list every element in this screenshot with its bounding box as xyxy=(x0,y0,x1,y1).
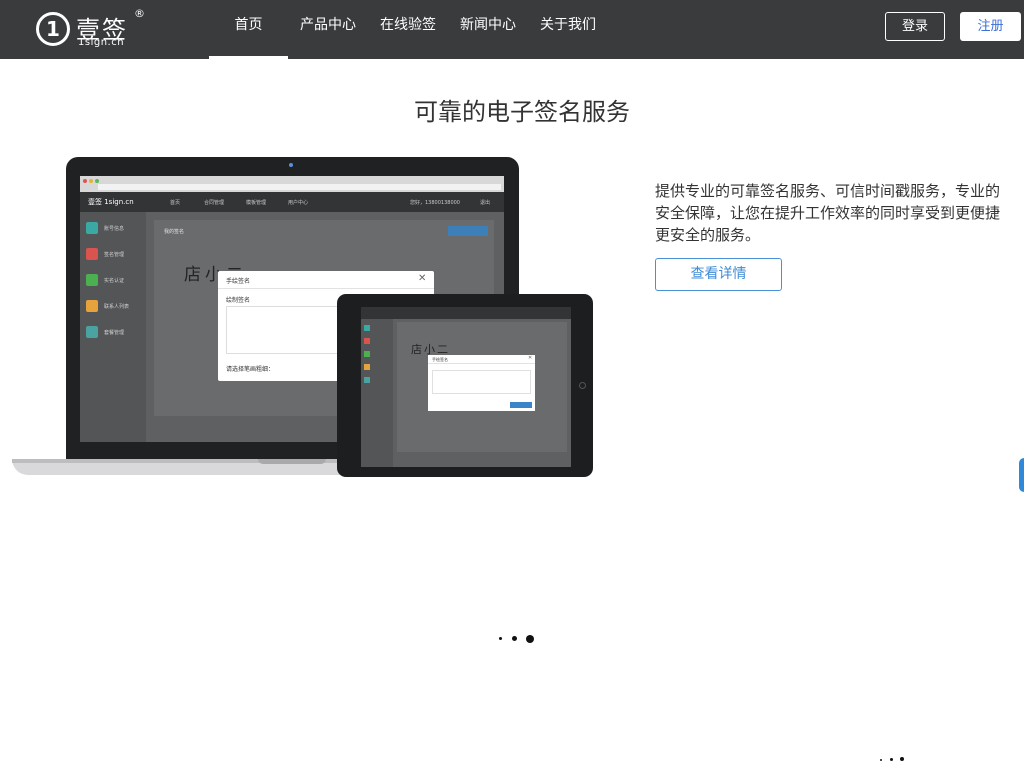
app-logo: 壹签 1sign.cn xyxy=(88,198,134,206)
pen-small-dot-icon xyxy=(499,637,502,640)
app-page-title: 我的签名 xyxy=(164,229,185,235)
tablet-dialog-divider xyxy=(428,363,535,364)
tablet-hand-sign-dialog: 手绘签名 ✕ xyxy=(428,355,904,761)
sidebar-item: 签名管理 xyxy=(86,248,146,264)
close-dot-icon xyxy=(83,179,87,183)
package-icon xyxy=(86,326,98,338)
sidebar-label: 联系人列表 xyxy=(104,304,130,310)
tablet-app-nav xyxy=(361,307,571,319)
camera-dot xyxy=(289,163,293,167)
tablet-sidebar-item xyxy=(364,338,392,346)
pen-medium-dot-icon xyxy=(512,636,517,641)
app-nav-bar: 壹签 1sign.cn 首页 合同管理 模板管理 用户中心 您好，1380013… xyxy=(80,192,504,212)
draw-label: 绘制签名 xyxy=(226,297,251,304)
nav-products[interactable]: 产品中心 xyxy=(298,0,358,59)
logo-mark: 1 xyxy=(36,12,70,46)
contacts-icon xyxy=(86,300,98,312)
tablet-sidebar-item xyxy=(364,377,392,385)
sidebar-label: 套餐管理 xyxy=(104,330,125,336)
close-icon: ✕ xyxy=(528,355,533,361)
tablet-dialog-confirm xyxy=(510,402,532,408)
app-nav-item: 首页 xyxy=(170,200,181,206)
pen-large-dot-icon xyxy=(526,635,534,643)
app-user-greeting: 您好，13800138000 xyxy=(410,200,460,206)
package-icon xyxy=(364,377,370,383)
nav-home[interactable]: 首页 xyxy=(209,0,288,59)
minimize-dot-icon xyxy=(89,179,93,183)
sidebar-item: 账号信息 xyxy=(86,222,146,238)
register-button[interactable]: 注册 xyxy=(960,12,1021,41)
contacts-icon xyxy=(364,364,370,370)
verify-icon xyxy=(364,351,370,357)
login-button[interactable]: 登录 xyxy=(885,12,945,41)
close-icon: ✕ xyxy=(418,273,427,284)
dialog-title: 手绘签名 xyxy=(226,278,251,285)
registered-mark: ® xyxy=(134,7,145,20)
app-nav-item: 合同管理 xyxy=(204,200,225,206)
laptop-notch xyxy=(258,459,326,464)
app-logout: 退出 xyxy=(480,200,491,206)
hero-title: 可靠的电子签名服务 xyxy=(414,98,630,126)
sidebar-label: 签名管理 xyxy=(104,252,125,258)
tablet-home-button-icon xyxy=(579,382,586,389)
sidebar-label: 实名认证 xyxy=(104,278,125,284)
tablet-sidebar-item xyxy=(364,351,392,359)
nav-online-verify[interactable]: 在线验签 xyxy=(378,0,438,59)
top-navigation-bar: 1 壹签 ® 1sign.cn 首页 产品中心 在线验签 新闻中心 关于我们 登… xyxy=(0,0,1024,59)
sidebar-item: 实名认证 xyxy=(86,274,146,290)
tablet-signature-canvas xyxy=(432,370,531,394)
maximize-dot-icon xyxy=(95,179,99,183)
pen-large-dot-icon xyxy=(900,757,904,761)
app-primary-button xyxy=(448,226,488,236)
signature-icon xyxy=(86,248,98,260)
site-logo[interactable]: 1 壹签 ® 1sign.cn xyxy=(36,7,146,52)
tablet-sidebar xyxy=(361,319,393,467)
nav-about[interactable]: 关于我们 xyxy=(538,0,598,59)
sidebar-label: 账号信息 xyxy=(104,226,125,232)
browser-chrome xyxy=(80,176,504,192)
app-nav-item: 模板管理 xyxy=(246,200,267,206)
app-nav-item: 用户中心 xyxy=(288,200,309,206)
signature-icon xyxy=(364,338,370,344)
account-icon xyxy=(364,325,370,331)
view-details-button[interactable]: 查看详情 xyxy=(655,258,782,291)
nav-news[interactable]: 新闻中心 xyxy=(458,0,518,59)
sidebar-item: 联系人列表 xyxy=(86,300,146,316)
verify-icon xyxy=(86,274,98,286)
pen-width-label: 请选择笔画粗细： xyxy=(226,366,275,373)
hero-description: 提供专业的可靠签名服务、可信时间戳服务，专业的安全保障，让您在提升工作效率的同时… xyxy=(655,182,1001,244)
account-icon xyxy=(86,222,98,234)
address-bar xyxy=(98,184,501,190)
app-sidebar: 账号信息 签名管理 实名认证 联系人列表 套餐管理 xyxy=(80,212,146,442)
logo-domain: 1sign.cn xyxy=(78,37,125,48)
floating-service-tab[interactable] xyxy=(1019,458,1024,492)
sidebar-item: 套餐管理 xyxy=(86,326,146,342)
tablet-sidebar-item xyxy=(364,325,392,333)
dialog-divider xyxy=(218,288,434,289)
tablet-sidebar-item xyxy=(364,364,392,372)
